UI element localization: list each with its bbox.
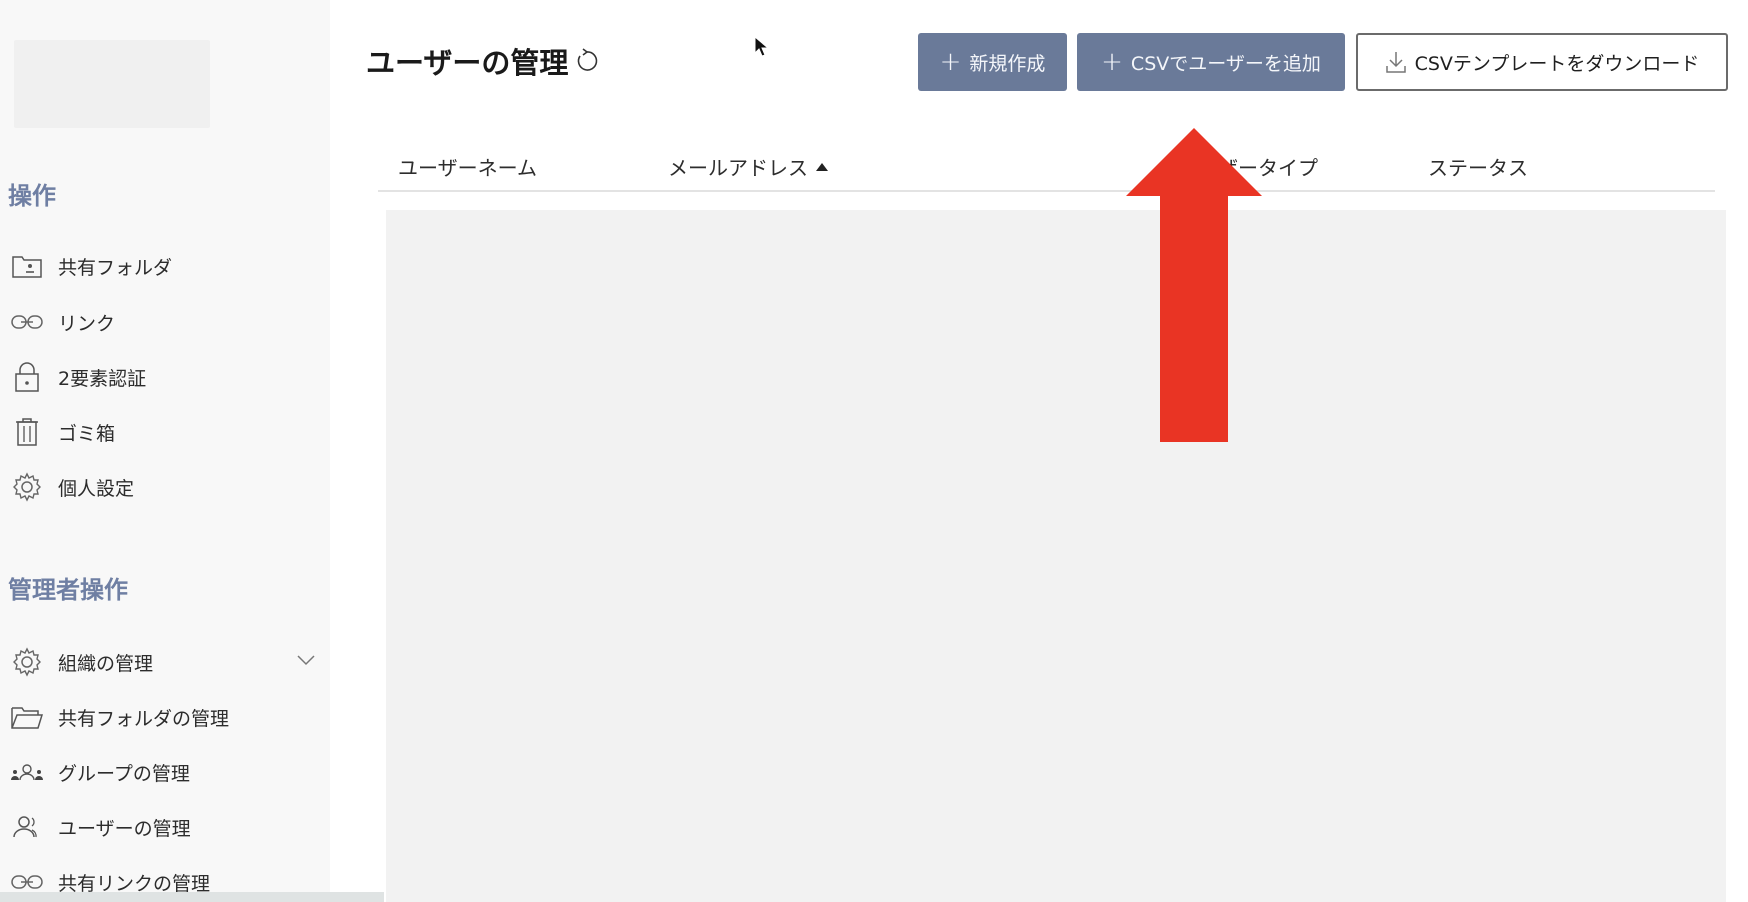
table-header: ユーザーネーム メールアドレス ザータイプ ステータス (378, 138, 1715, 192)
column-header-label: ユーザーネーム (398, 156, 537, 180)
refresh-icon[interactable] (572, 46, 602, 76)
sidebar-item-label: リンク (58, 312, 116, 335)
sidebar-item-user-management[interactable]: ユーザーの管理 (10, 807, 326, 847)
table-body (386, 210, 1726, 902)
sidebar-item-label: 共有フォルダ (58, 256, 173, 279)
column-header-label: メールアドレス (668, 156, 808, 180)
sidebar-item-personal-settings[interactable]: 個人設定 (10, 467, 326, 507)
sidebar-item-label: 組織の管理 (58, 652, 154, 675)
gear-icon (10, 645, 44, 679)
section-title-operations: 操作 (8, 182, 56, 210)
csv-add-users-button[interactable]: + CSVでユーザーを追加 (1077, 33, 1345, 91)
trash-icon (10, 415, 44, 449)
shared-folder-icon (10, 249, 44, 283)
lock-icon (10, 360, 44, 394)
csv-add-users-button-label: CSVでユーザーを追加 (1130, 52, 1321, 75)
sidebar-item-org-management[interactable]: 組織の管理 (10, 642, 326, 682)
column-header-email[interactable]: メールアドレス (668, 152, 828, 181)
horizontal-scrollbar[interactable] (0, 892, 384, 902)
plus-icon: + (939, 47, 962, 77)
mouse-cursor-icon (754, 36, 770, 57)
link-icon (10, 305, 44, 339)
csv-template-download-button-label: CSVテンプレートをダウンロード (1414, 52, 1700, 75)
sort-ascending-icon (816, 162, 828, 171)
logo-placeholder (14, 40, 210, 128)
sidebar: 操作 共有フォルダ リンク 2要素認証 ゴミ箱 個人設定 管理者操作 組織の管理… (0, 0, 330, 902)
sidebar-item-shared-folder-management[interactable]: 共有フォルダの管理 (10, 697, 326, 737)
page-title-text: ユーザーの管理 (366, 46, 569, 80)
csv-template-download-button[interactable]: CSVテンプレートをダウンロード (1356, 33, 1728, 91)
gear-icon (10, 470, 44, 504)
sidebar-item-label: 2要素認証 (58, 367, 147, 390)
sidebar-item-label: 個人設定 (58, 477, 135, 500)
chevron-down-icon[interactable] (296, 652, 316, 671)
column-header-label: ステータス (1428, 156, 1528, 180)
sidebar-item-group-management[interactable]: グループの管理 (10, 752, 326, 792)
sidebar-item-label: 共有フォルダの管理 (58, 707, 230, 730)
new-button-label: 新規作成 (969, 52, 1046, 75)
new-button[interactable]: + 新規作成 (918, 33, 1067, 91)
sidebar-item-2fa[interactable]: 2要素認証 (10, 357, 326, 397)
page-title: ユーザーの管理 (366, 40, 602, 82)
sidebar-item-label: グループの管理 (58, 762, 190, 785)
group-icon (10, 755, 44, 789)
sidebar-item-trash[interactable]: ゴミ箱 (10, 412, 326, 452)
sidebar-item-label: ユーザーの管理 (58, 817, 191, 840)
download-icon (1385, 52, 1406, 73)
folder-open-icon (10, 700, 44, 734)
sidebar-item-label: ゴミ箱 (58, 422, 116, 445)
column-header-username[interactable]: ユーザーネーム (398, 152, 537, 181)
user-icon (10, 810, 44, 844)
sidebar-item-link[interactable]: リンク (10, 302, 326, 342)
column-header-status[interactable]: ステータス (1428, 152, 1528, 181)
plus-icon: + (1101, 47, 1123, 77)
sidebar-item-shared-folder[interactable]: 共有フォルダ (10, 246, 326, 286)
section-title-admin: 管理者操作 (8, 576, 128, 604)
annotation-arrow-icon (1126, 128, 1262, 442)
